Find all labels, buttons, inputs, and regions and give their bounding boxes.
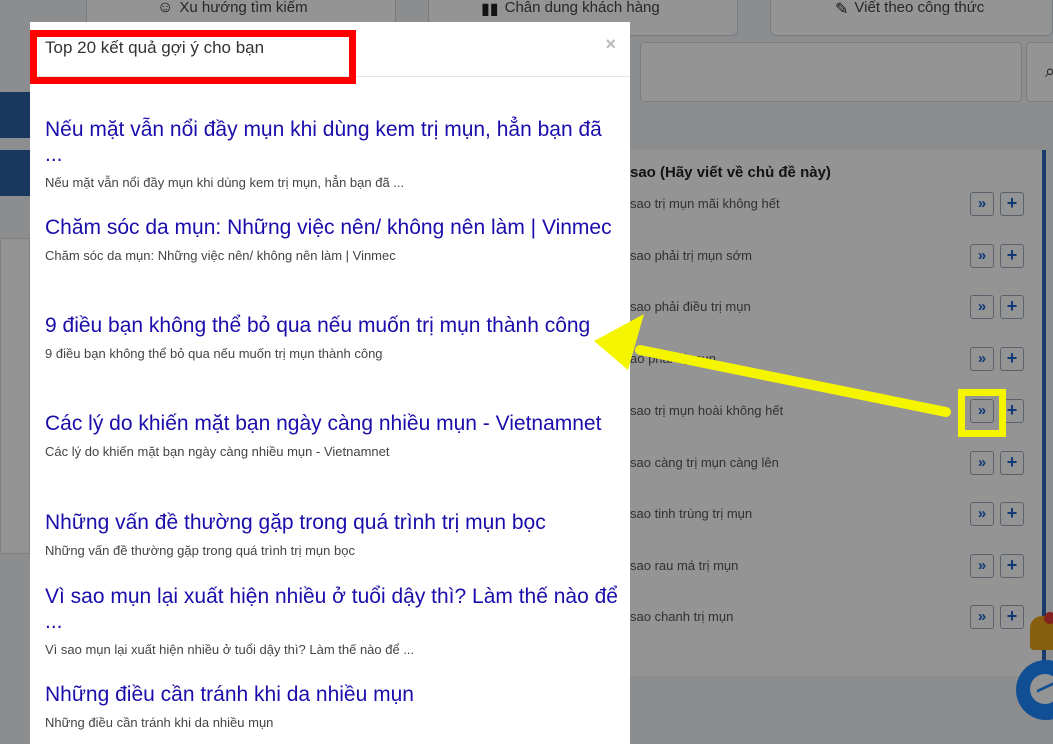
yellow-arrow-icon — [594, 314, 951, 417]
